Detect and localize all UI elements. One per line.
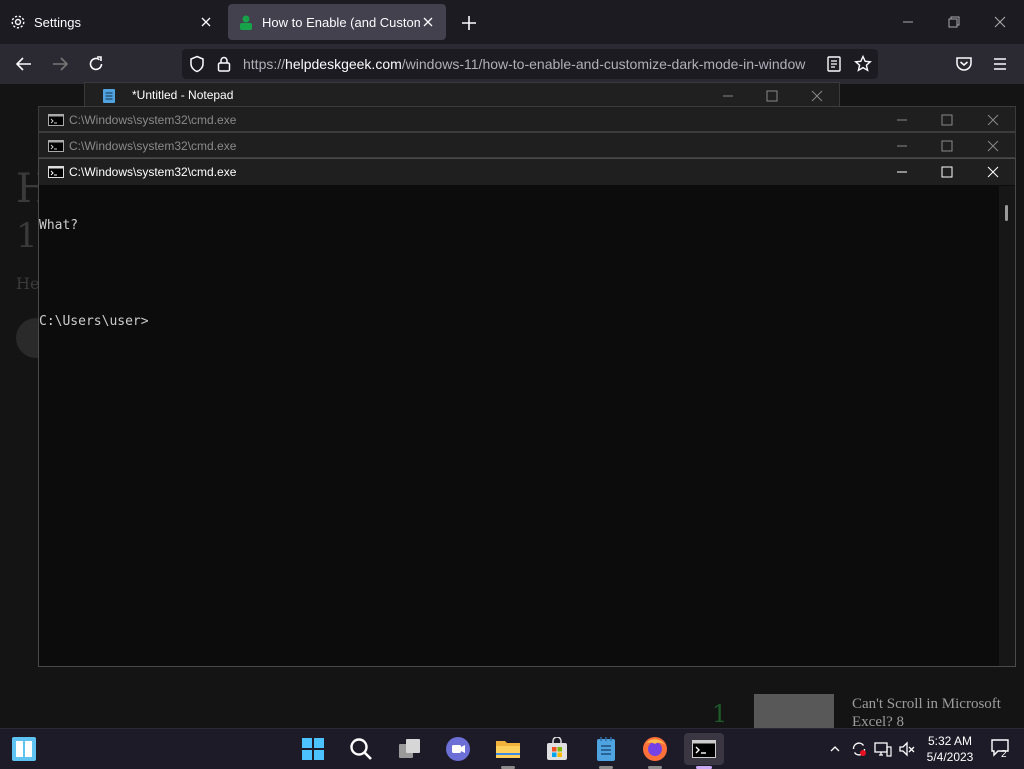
shield-icon[interactable] xyxy=(188,55,206,73)
url-text[interactable]: https://helpdeskgeek.com/windows-11/how-… xyxy=(243,56,817,72)
close-tab-icon[interactable] xyxy=(420,14,436,30)
maximize-icon[interactable] xyxy=(940,165,954,179)
article-byline-fragment: He xyxy=(16,274,40,293)
system-clock[interactable]: 5:32 AM 5/4/2023 xyxy=(922,733,978,765)
sync-icon[interactable] xyxy=(850,740,868,758)
teams-chat-icon[interactable] xyxy=(438,733,478,765)
tab-title: Settings xyxy=(34,14,81,30)
cmd-icon xyxy=(48,140,64,152)
scrollbar-thumb[interactable] xyxy=(1005,205,1008,221)
taskbar: 5:32 AM 5/4/2023 2 xyxy=(0,728,1024,769)
close-icon[interactable] xyxy=(986,113,1000,127)
chevron-up-icon[interactable] xyxy=(826,740,844,758)
terminal-icon[interactable] xyxy=(684,733,724,769)
tab-article[interactable]: How to Enable (and Customize) xyxy=(228,4,446,40)
microsoft-store-icon[interactable] xyxy=(537,733,577,765)
article-heading-fragment: 1 xyxy=(16,216,38,256)
notification-count-badge: 2 xyxy=(1001,749,1007,760)
url-prefix: https:// xyxy=(243,56,286,72)
url-bar[interactable]: https://helpdeskgeek.com/windows-11/how-… xyxy=(182,49,878,79)
network-icon[interactable] xyxy=(874,740,892,758)
cmd-title: C:\Windows\system32\cmd.exe xyxy=(69,165,237,179)
forward-button[interactable] xyxy=(50,54,70,74)
back-button[interactable] xyxy=(14,54,34,74)
search-icon[interactable] xyxy=(341,733,381,765)
notepad-icon[interactable] xyxy=(586,733,626,769)
close-icon[interactable] xyxy=(986,165,1000,179)
tab-settings[interactable]: Settings xyxy=(0,4,224,40)
maximize-icon[interactable] xyxy=(940,139,954,153)
related-article-thumbnail[interactable] xyxy=(754,694,834,728)
lock-icon[interactable] xyxy=(216,55,232,73)
article-number-fragment: 1 xyxy=(712,700,728,728)
close-browser-button[interactable] xyxy=(990,12,1010,32)
widgets-button[interactable] xyxy=(4,733,44,765)
close-icon[interactable] xyxy=(986,139,1000,153)
minimize-browser-button[interactable] xyxy=(898,12,918,32)
site-favicon-icon xyxy=(238,14,254,30)
tab-title: How to Enable (and Customize) xyxy=(262,14,420,30)
app-menu-icon[interactable] xyxy=(990,54,1010,74)
cmd-title: C:\Windows\system32\cmd.exe xyxy=(69,113,237,127)
cmd-window-active[interactable]: C:\Windows\system32\cmd.exe What? C:\Use… xyxy=(38,158,1016,667)
console-output[interactable]: What? C:\Users\user> xyxy=(39,186,999,666)
maximize-icon[interactable] xyxy=(765,89,779,103)
pocket-icon[interactable] xyxy=(954,54,974,74)
minimize-icon[interactable] xyxy=(895,165,909,179)
close-icon[interactable] xyxy=(810,89,824,103)
cmd-title: C:\Windows\system32\cmd.exe xyxy=(69,139,237,153)
cmd-title-bar[interactable]: C:\Windows\system32\cmd.exe xyxy=(39,159,1015,185)
browser-nav-bar: https://helpdeskgeek.com/windows-11/how-… xyxy=(0,44,1024,84)
new-tab-button[interactable] xyxy=(458,12,480,34)
minimize-icon[interactable] xyxy=(721,89,735,103)
volume-muted-icon[interactable] xyxy=(898,740,916,758)
cmd-icon xyxy=(48,114,64,126)
notepad-title: *Untitled - Notepad xyxy=(132,88,234,102)
console-scrollbar[interactable] xyxy=(999,186,1015,666)
reader-view-icon[interactable] xyxy=(826,55,842,73)
start-icon[interactable] xyxy=(293,733,333,765)
url-host: helpdeskgeek.com xyxy=(285,56,402,72)
bookmark-star-icon[interactable] xyxy=(854,55,872,73)
url-path: /windows-11/how-to-enable-and-customize-… xyxy=(401,56,806,72)
browser-tab-bar: Settings How to Enable (and Customize) xyxy=(0,0,1024,44)
cmd-title-bar[interactable]: C:\Windows\system32\cmd.exe xyxy=(39,133,1015,159)
firefox-icon[interactable] xyxy=(635,733,675,769)
cmd-icon xyxy=(48,166,64,178)
task-view-icon[interactable] xyxy=(390,733,430,765)
notepad-icon xyxy=(102,88,116,104)
restore-browser-button[interactable] xyxy=(944,12,964,32)
gear-icon xyxy=(10,14,26,30)
close-tab-icon[interactable] xyxy=(198,14,214,30)
console-prompt[interactable]: C:\Users\user> xyxy=(39,314,999,330)
minimize-icon[interactable] xyxy=(895,139,909,153)
related-article-title[interactable]: Can't Scroll in Microsoft Excel? 8 xyxy=(852,695,1022,731)
minimize-icon[interactable] xyxy=(895,113,909,127)
cmd-title-bar[interactable]: C:\Windows\system32\cmd.exe xyxy=(39,107,1015,133)
clock-time: 5:32 AM xyxy=(927,734,973,748)
maximize-icon[interactable] xyxy=(940,113,954,127)
cmd-window[interactable]: C:\Windows\system32\cmd.exe xyxy=(38,132,1016,158)
cmd-window[interactable]: C:\Windows\system32\cmd.exe xyxy=(38,106,1016,132)
console-line: What? xyxy=(39,218,79,233)
clock-date: 5/4/2023 xyxy=(926,750,974,764)
file-explorer-icon[interactable] xyxy=(488,733,528,769)
reload-button[interactable] xyxy=(86,54,106,74)
